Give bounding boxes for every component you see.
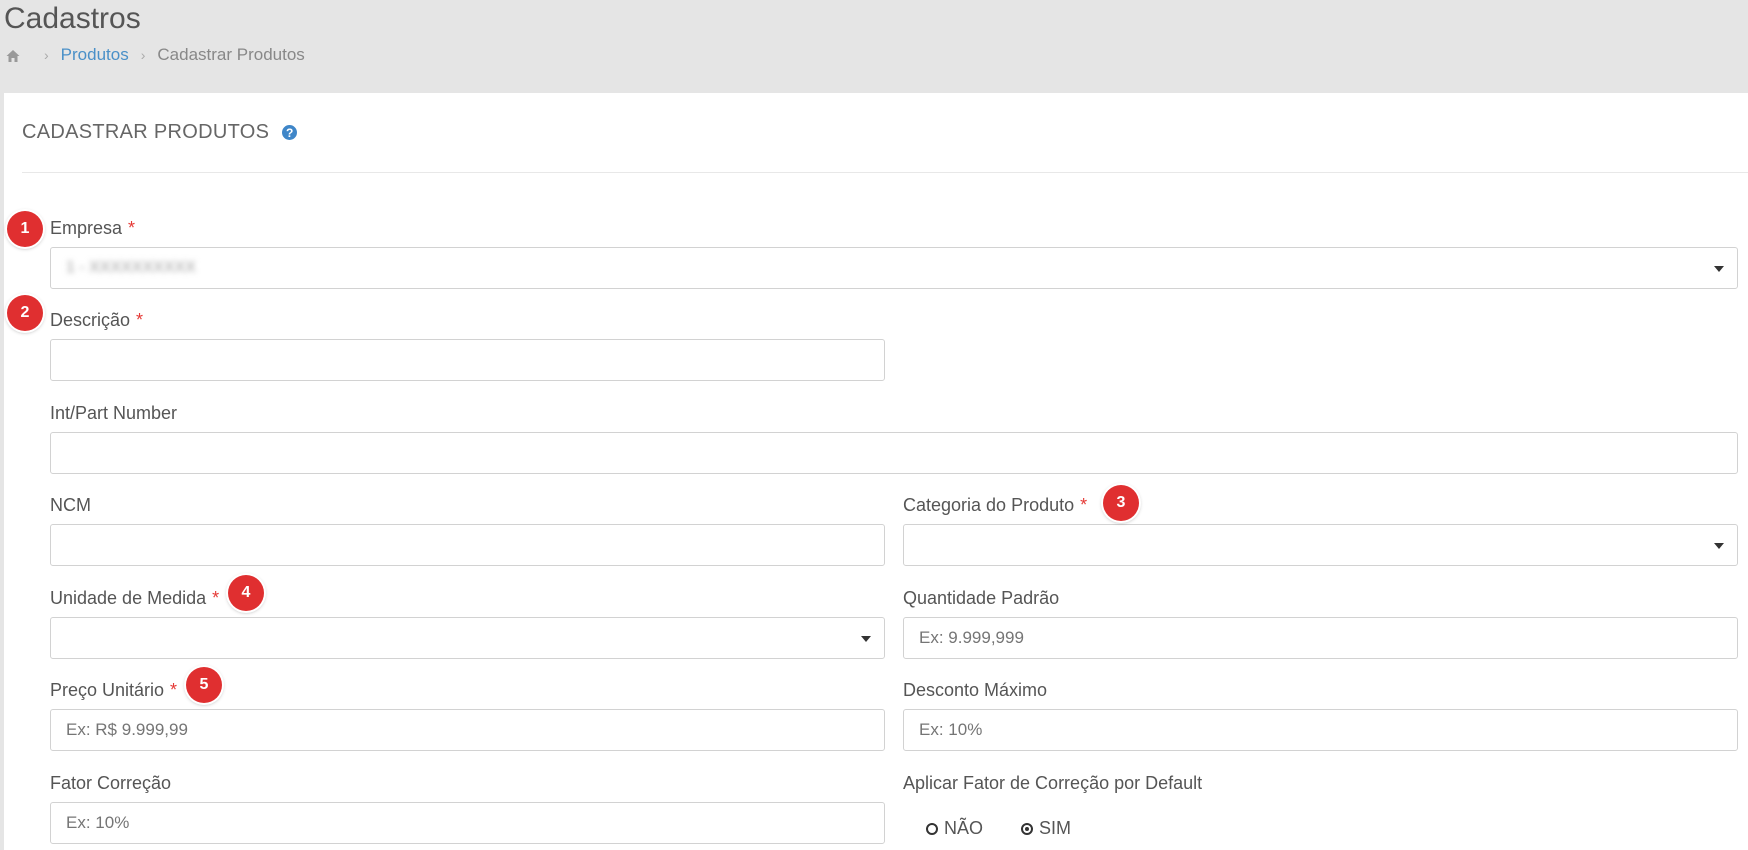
required-mark: * xyxy=(212,587,220,608)
descricao-label-row: Descrição * xyxy=(50,309,143,331)
ncm-label: NCM xyxy=(50,494,91,515)
categoria-label: Categoria do Produto xyxy=(903,494,1075,515)
required-mark: * xyxy=(128,217,136,238)
caret-down-icon xyxy=(1714,266,1724,272)
panel-title: CADASTRAR PRODUTOS ? xyxy=(22,121,298,144)
breadcrumb: › Produtos › Cadastrar Produtos xyxy=(6,45,305,65)
preco-input[interactable] xyxy=(50,709,885,751)
empresa-label-row: Empresa * xyxy=(50,217,135,239)
annotation-badge-2: 2 xyxy=(7,295,43,331)
part-number-input[interactable] xyxy=(50,432,1738,474)
caret-down-icon xyxy=(1714,543,1724,549)
desconto-label: Desconto Máximo xyxy=(903,679,1048,700)
radio-nao-circle[interactable] xyxy=(926,822,938,835)
radio-nao[interactable]: NÃO xyxy=(926,818,983,839)
ncm-label-row: NCM xyxy=(50,494,91,516)
quantidade-input[interactable] xyxy=(903,617,1738,659)
annotation-badge-4: 4 xyxy=(228,575,264,611)
home-icon[interactable] xyxy=(6,48,20,62)
required-mark: * xyxy=(170,679,178,700)
desconto-label-row: Desconto Máximo xyxy=(903,679,1047,701)
descricao-label: Descrição xyxy=(50,309,131,330)
panel-title-text: CADASTRAR PRODUTOS xyxy=(22,121,270,143)
fator-input[interactable] xyxy=(50,802,885,844)
unidade-label-row: Unidade de Medida * xyxy=(50,587,219,609)
radio-sim-circle[interactable] xyxy=(1021,822,1034,835)
aplicar-label-row: Aplicar Fator de Correção por Default xyxy=(903,772,1202,794)
annotation-badge-3: 3 xyxy=(1103,485,1139,521)
chevron-right-icon: › xyxy=(140,47,146,63)
part-number-label-row: Int/Part Number xyxy=(50,402,177,424)
divider xyxy=(22,172,1748,173)
page-title: Cadastros xyxy=(4,2,141,35)
preco-label-row: Preço Unitário * xyxy=(50,679,177,701)
preco-label: Preço Unitário xyxy=(50,679,165,700)
unidade-select[interactable] xyxy=(50,617,885,659)
empresa-select[interactable]: 1 - XXXXXXXXXX xyxy=(50,247,1738,289)
required-mark: * xyxy=(1080,494,1088,515)
categoria-label-row: Categoria do Produto * xyxy=(903,494,1087,516)
required-mark: * xyxy=(136,309,144,330)
categoria-select[interactable] xyxy=(903,524,1738,566)
descricao-input[interactable] xyxy=(50,339,885,381)
empresa-label: Empresa xyxy=(50,217,123,238)
annotation-badge-5: 5 xyxy=(186,667,222,703)
unidade-label: Unidade de Medida xyxy=(50,587,207,608)
aplicar-radio-group: NÃO SIM xyxy=(926,818,1109,839)
ncm-input[interactable] xyxy=(50,524,885,566)
quantidade-label: Quantidade Padrão xyxy=(903,587,1060,608)
page-header: Cadastros › Produtos › Cadastrar Produto… xyxy=(0,0,1748,93)
desconto-input[interactable] xyxy=(903,709,1738,751)
radio-sim-label: SIM xyxy=(1039,818,1072,838)
help-icon[interactable]: ? xyxy=(282,125,298,140)
aplicar-label: Aplicar Fator de Correção por Default xyxy=(903,772,1203,793)
fator-label-row: Fator Correção xyxy=(50,772,171,794)
empresa-select-value: 1 - XXXXXXXXXX xyxy=(66,259,196,276)
fator-label: Fator Correção xyxy=(50,772,172,793)
quantidade-label-row: Quantidade Padrão xyxy=(903,587,1059,609)
radio-nao-label: NÃO xyxy=(944,818,984,838)
part-number-label: Int/Part Number xyxy=(50,402,178,423)
breadcrumb-link-produtos[interactable]: Produtos xyxy=(61,45,129,65)
caret-down-icon xyxy=(861,636,871,642)
annotation-badge-1: 1 xyxy=(7,211,43,247)
breadcrumb-current: Cadastrar Produtos xyxy=(157,45,305,64)
radio-sim[interactable]: SIM xyxy=(1021,818,1071,839)
chevron-right-icon: › xyxy=(44,47,49,63)
